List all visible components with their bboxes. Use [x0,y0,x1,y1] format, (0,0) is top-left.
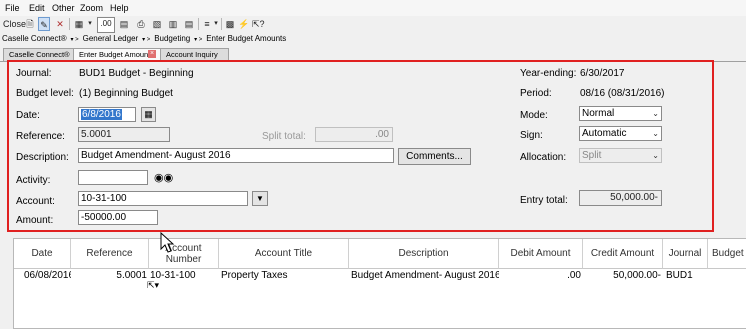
menu-bar: File Edit Other Zoom Help [0,0,746,16]
amount-field[interactable]: -50000.00 [78,210,158,225]
toolbar: Close 🗎 ✎ ✕ ▦ ▾ .00 ▤ ⎙ ▧ ▥ ▤ ≡ ▾ ▩ ⚡ ⇱? [0,16,746,33]
column-header[interactable]: Credit Amount [583,239,663,269]
date-label: Date: [16,110,40,121]
split-total-field: .00 [315,127,393,142]
mouse-cursor-icon [160,232,175,253]
column-header[interactable]: Description [349,239,499,269]
sign-value: Automatic [582,128,627,139]
chevron-down-icon: ⌄ [652,109,659,118]
account-field[interactable]: 10-31-100 [78,191,248,206]
comments-button[interactable]: Comments... [398,148,471,165]
close-icon[interactable]: × [148,50,156,58]
column-header[interactable]: Account Title [219,239,349,269]
menu-help[interactable]: Help [110,3,129,13]
budget-level-value: (1) Beginning Budget [79,88,173,99]
cell-description: Budget Amendment- August 2016 [351,270,499,281]
allocation-label: Allocation: [520,152,567,163]
sort-icon[interactable]: ▾ [86,17,94,31]
column-header[interactable]: Reference [71,239,149,269]
list-icon[interactable]: ▤ [118,17,130,31]
sign-label: Sign: [520,130,543,141]
calendar-icon[interactable]: ▦ [141,107,156,122]
sign-select[interactable]: Automatic ⌄ [579,126,662,141]
reference-label: Reference: [16,131,65,142]
entries-grid: Date Reference Account Number Account Ti… [13,238,746,329]
column-header[interactable]: Budget [708,239,746,269]
toolbar-divider [198,18,199,30]
mode-value: Normal [582,108,615,119]
row-marker-icon: ⇱▾ [147,280,160,290]
budget-level-label: Budget level: [16,88,74,99]
menu-other[interactable]: Other [52,3,75,13]
description-field[interactable]: Budget Amendment- August 2016 [78,148,394,163]
journal-entry-form [7,60,714,232]
tab-label: Account Inquiry [166,50,218,59]
account-label: Account: [16,196,55,207]
calculator-icon[interactable]: ▧ [151,17,163,31]
cell-credit-amount: 50,000.00- [613,270,661,281]
amount-label: Amount: [16,215,54,226]
toolbar-divider [69,18,70,30]
journal-label: Journal: [16,68,52,79]
cell-debit-amount: .00 [567,270,581,281]
cell-budget [711,269,746,283]
menu-file[interactable]: File [5,3,20,13]
binoculars-icon[interactable]: ◉◉ [154,171,173,184]
decimal-format-button[interactable]: .00 [97,17,115,33]
chevron-down-icon: ⌄ [652,151,659,160]
breadcrumb-item[interactable]: Budgeting [154,34,190,43]
cell-date: 06/08/2016 [24,270,71,281]
chevron-down-icon: ⌄ [652,129,659,138]
menu-edit[interactable]: Edit [29,3,45,13]
column-header[interactable]: Debit Amount [499,239,583,269]
entry-total-label: Entry total: [520,195,568,206]
close-button[interactable]: Close [3,17,26,31]
column-header[interactable]: Date [14,239,71,269]
entry-total-field: 50,000.00- [579,190,662,206]
period-label: Period: [520,88,552,99]
tip-icon[interactable]: ⚡ [238,17,250,31]
allocation-value: Split [582,150,602,161]
grid-icon[interactable]: ▦ [73,17,85,31]
edit-pencil-icon[interactable]: ✎ [38,17,50,31]
new-icon[interactable]: 🗎 [24,17,36,31]
allocation-select: Split ⌄ [579,148,662,163]
split-total-label: Split total: [262,131,306,142]
period-value: 08/16 (08/31/2016) [580,88,665,99]
cell-journal: BUD1 [666,270,693,281]
breadcrumb-item[interactable]: General Ledger [83,34,139,43]
align-icon[interactable]: ≡ [201,17,213,31]
year-ending-value: 6/30/2017 [580,68,625,79]
tab-label: Caselle Connect® [9,50,70,59]
column-header[interactable]: Journal [663,239,708,269]
cell-reference: 5.0001 [116,270,147,281]
align-dropdown-icon[interactable]: ▾ [213,17,219,31]
help-pointer-icon[interactable]: ⇱? [252,17,265,31]
cell-account-number: 10-31-100 [150,270,196,281]
activity-field[interactable] [78,170,148,185]
year-ending-label: Year-ending: [520,68,577,79]
account-dropdown-button[interactable]: ▼ [252,191,268,206]
print-icon[interactable]: ⎙ [135,17,147,31]
breadcrumb-item[interactable]: Caselle Connect® [2,34,67,43]
activity-label: Activity: [16,175,51,186]
report-icon[interactable]: ▥ [167,17,179,31]
date-value: 6/8/2016 [81,109,122,120]
mode-label: Mode: [520,110,548,121]
menu-zoom[interactable]: Zoom [80,3,103,13]
date-field[interactable]: 6/8/2016 [78,107,136,122]
delete-icon[interactable]: ✕ [54,17,66,31]
cell-account-title: Property Taxes [221,270,288,281]
breadcrumb-item[interactable]: Enter Budget Amounts [206,34,286,43]
document-icon[interactable]: ▤ [183,17,195,31]
window-icon[interactable]: ▩ [224,17,236,31]
journal-value: BUD1 Budget - Beginning [79,68,194,79]
toolbar-divider [221,18,222,30]
breadcrumb: Caselle Connect® ▾ > General Ledger ▾ > … [2,34,287,43]
description-label: Description: [16,152,69,163]
mode-select[interactable]: Normal ⌄ [579,106,662,121]
reference-field[interactable]: 5.0001 [78,127,170,142]
tab-label: Enter Budget Amounts [79,50,155,59]
